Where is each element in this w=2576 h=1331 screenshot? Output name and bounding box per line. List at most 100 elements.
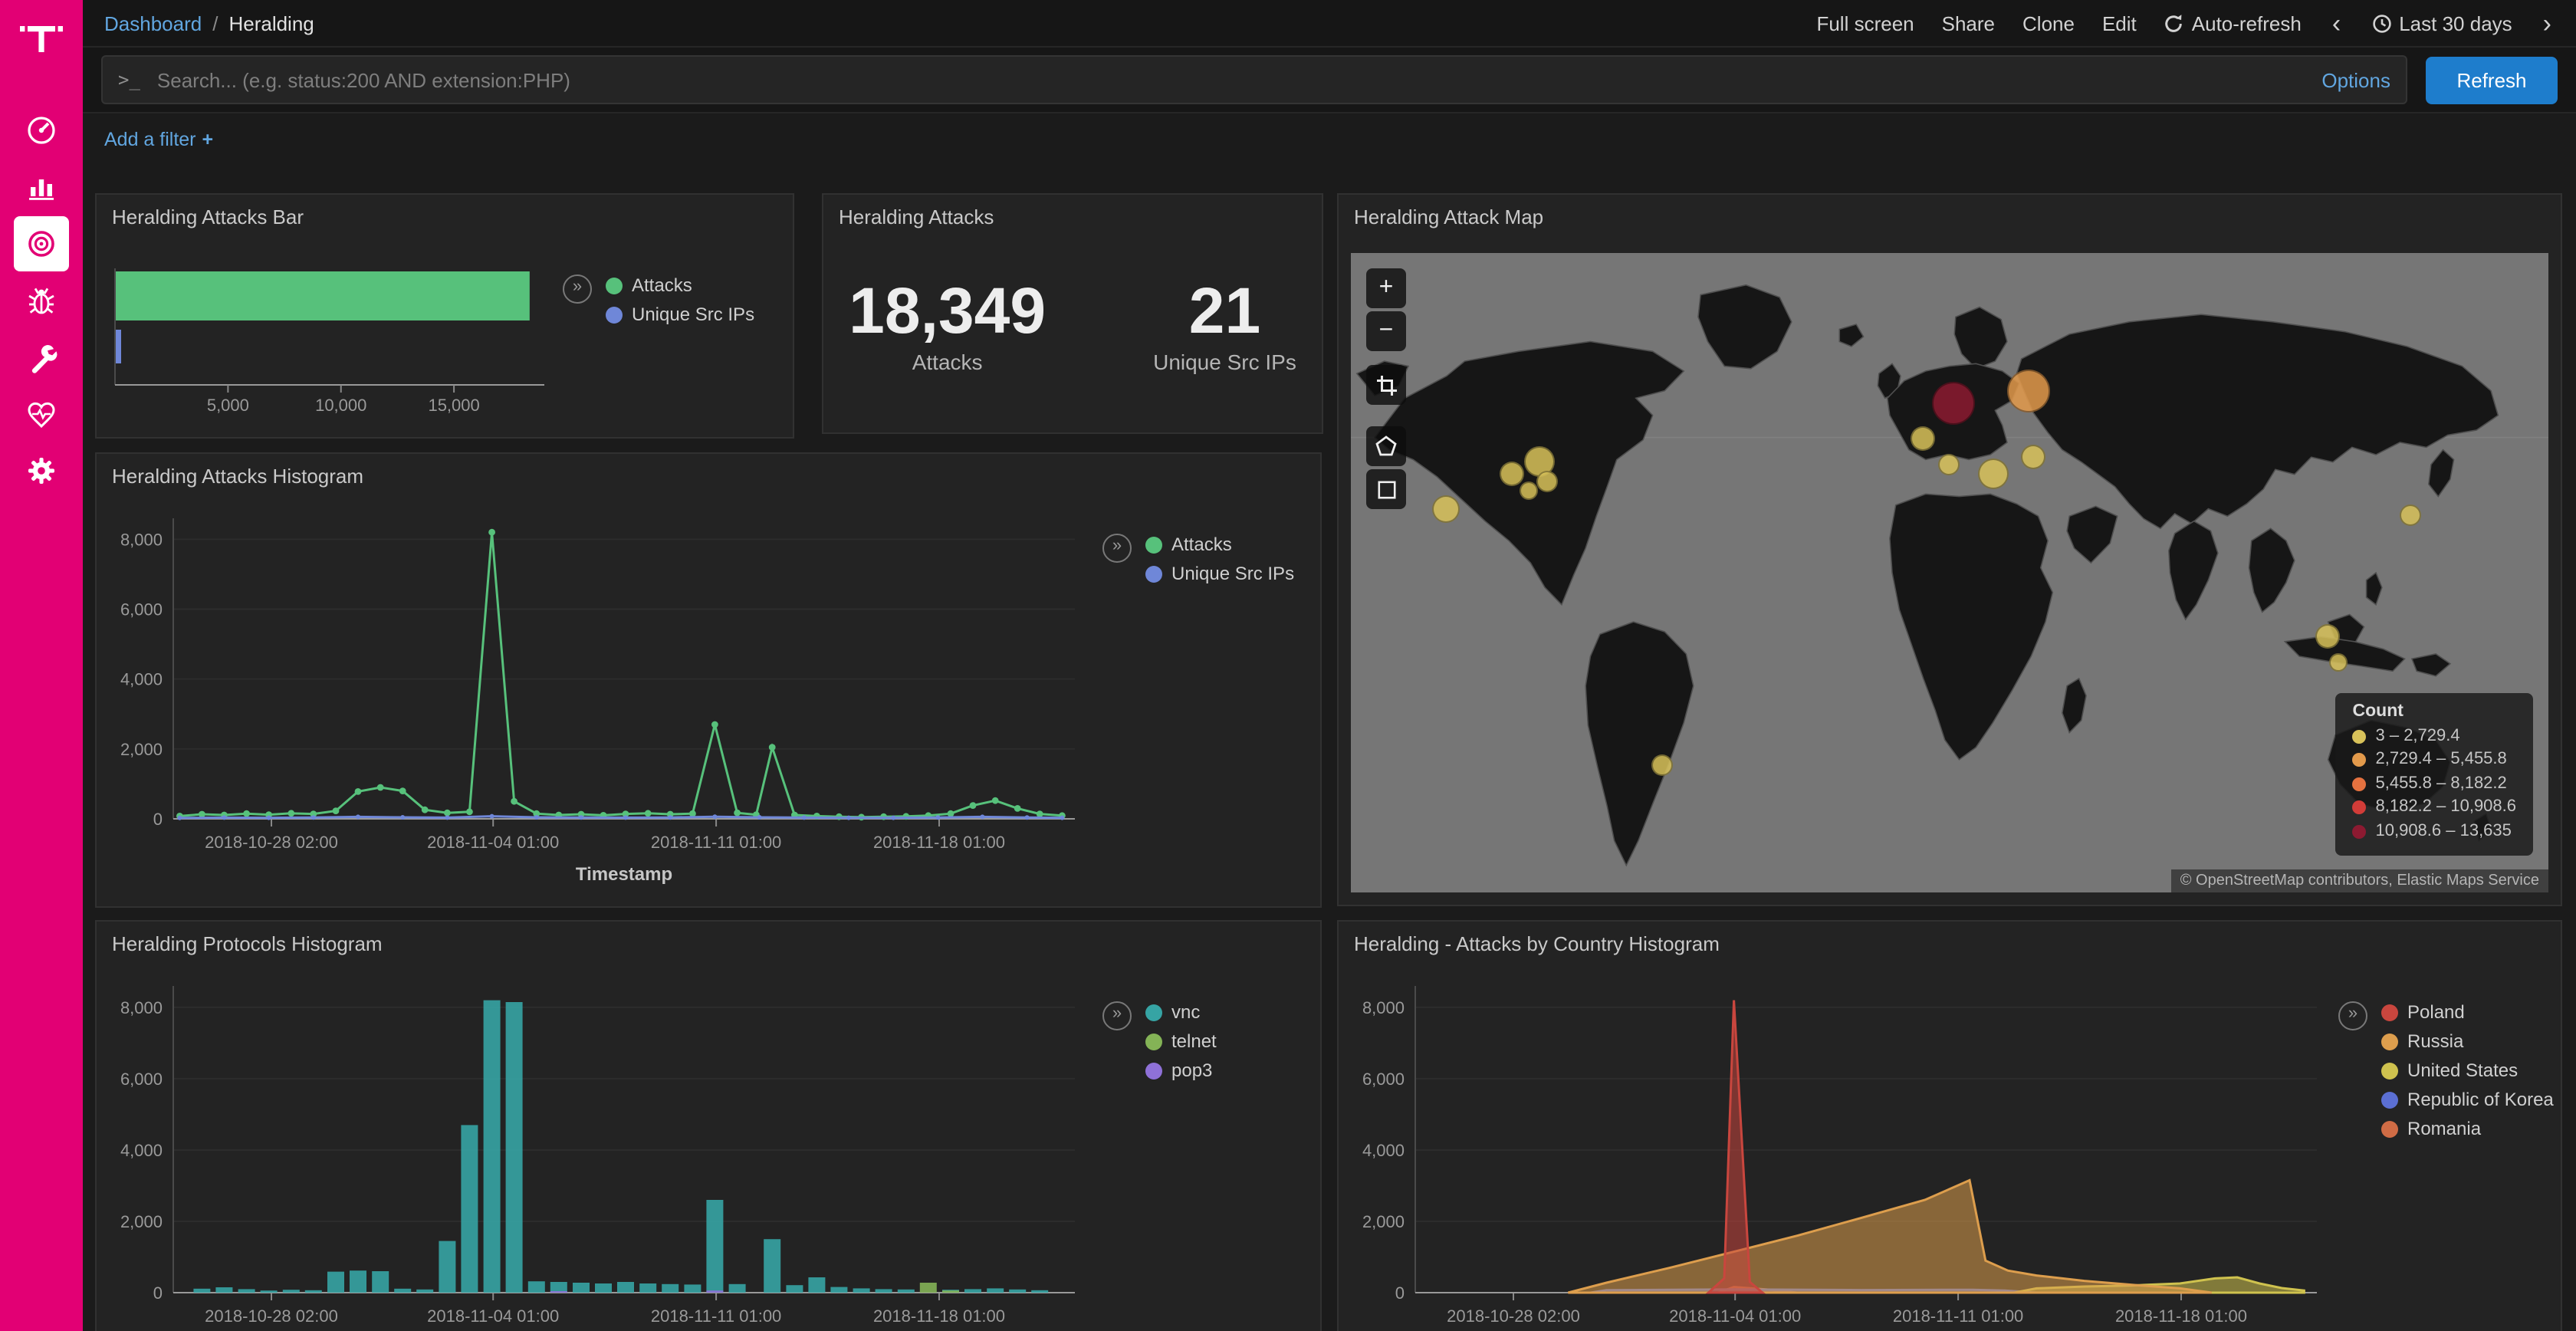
map-marker[interactable] — [2007, 369, 2050, 412]
time-back-chevron[interactable]: ‹ — [2329, 10, 2344, 36]
map-marker[interactable] — [1911, 426, 1936, 451]
legend-item[interactable]: telnet — [1145, 1030, 1217, 1052]
protocols-histogram-chart[interactable]: 02,0004,0006,0008,0002018-10-28 02:00201… — [103, 961, 1096, 1331]
map-marker[interactable] — [1433, 495, 1460, 523]
legend-item[interactable]: Attacks — [1145, 534, 1294, 555]
sidebar-item-bug[interactable] — [14, 273, 69, 328]
map-marker[interactable] — [1651, 754, 1673, 775]
svg-text:2018-10-28 02:00: 2018-10-28 02:00 — [1447, 1306, 1580, 1326]
map-marker[interactable] — [2328, 653, 2347, 672]
draw-polygon-button[interactable] — [1366, 426, 1406, 466]
legend-toggle-icon[interactable]: » — [563, 274, 592, 304]
legend-label: Attacks — [632, 274, 692, 296]
continent-landmass — [1357, 285, 2499, 866]
search-box[interactable]: >_ Options — [101, 55, 2407, 104]
map-marker[interactable] — [2021, 444, 2045, 468]
map-controls: + − — [1366, 268, 1406, 509]
sidebar-item-honeypot-active[interactable] — [14, 216, 69, 271]
gear-icon — [25, 454, 58, 488]
map-marker[interactable] — [1500, 462, 1525, 486]
map-marker[interactable] — [1937, 453, 1959, 475]
legend-color-dot — [1145, 565, 1162, 582]
legend-item[interactable]: Unique Src IPs — [606, 304, 754, 325]
legend-item[interactable]: pop3 — [1145, 1060, 1217, 1081]
search-input[interactable] — [154, 67, 2308, 93]
clock-icon — [2371, 13, 2391, 33]
auto-refresh-button[interactable]: Auto-refresh — [2164, 12, 2302, 35]
panel-attacks-bar: Heralding Attacks Bar 5,00010,00015,000 … — [95, 193, 794, 439]
map-legend-range: 2,729.4 – 5,455.8 — [2376, 748, 2507, 772]
share-button[interactable]: Share — [1942, 12, 1995, 35]
svg-text:2018-11-18 01:00: 2018-11-18 01:00 — [2115, 1306, 2247, 1326]
zoom-out-button[interactable]: − — [1366, 311, 1406, 351]
breadcrumb-dashboard-link[interactable]: Dashboard — [104, 12, 202, 35]
map-marker[interactable] — [1519, 481, 1537, 500]
legend-toggle-icon[interactable]: » — [1102, 534, 1132, 563]
metric-value: 18,349 — [849, 278, 1046, 345]
zoom-in-button[interactable]: + — [1366, 268, 1406, 308]
gauge-icon — [25, 113, 58, 147]
svg-text:Timestamp: Timestamp — [576, 864, 672, 885]
chart-legend: » Attacks Unique Src IPs — [1102, 534, 1294, 584]
svg-text:2018-11-04 01:00: 2018-11-04 01:00 — [427, 1306, 559, 1326]
refresh-button[interactable]: Refresh — [2426, 56, 2558, 104]
svg-text:2018-11-11 01:00: 2018-11-11 01:00 — [1893, 1306, 2023, 1326]
app-viewport: Dashboard/Heralding Full screen Share Cl… — [0, 0, 2576, 1331]
sidebar-item-gauge[interactable] — [14, 103, 69, 158]
attacks-histogram-chart[interactable]: 02,0004,0006,0008,0002018-10-28 02:00201… — [103, 494, 1096, 905]
query-options-link[interactable]: Options — [2321, 68, 2390, 91]
panel-title: Heralding Attacks — [823, 195, 1322, 228]
sidebar-item-settings[interactable] — [14, 443, 69, 498]
clone-button[interactable]: Clone — [2022, 12, 2075, 35]
legend-item[interactable]: Poland — [2381, 1001, 2554, 1023]
map-marker[interactable] — [1536, 471, 1558, 492]
legend-item[interactable]: United States — [2381, 1060, 2554, 1081]
telekom-logo[interactable] — [18, 15, 64, 69]
map-marker[interactable] — [2316, 624, 2341, 649]
map-legend-title: Count — [2353, 702, 2517, 720]
edit-button[interactable]: Edit — [2102, 12, 2137, 35]
polygon-icon — [1375, 435, 1397, 457]
svg-text:8,000: 8,000 — [120, 998, 163, 1017]
legend-item[interactable]: Russia — [2381, 1030, 2554, 1052]
panel-attacks-metric: Heralding Attacks 18,349 Attacks 21 Uniq… — [822, 193, 1323, 434]
map-marker[interactable] — [1932, 382, 1975, 425]
rectangle-icon — [1376, 479, 1396, 499]
legend-toggle-icon[interactable]: » — [2338, 1001, 2367, 1030]
time-range-label: Last 30 days — [2399, 12, 2512, 35]
map-legend-dot — [2353, 777, 2367, 791]
fullscreen-button[interactable]: Full screen — [1816, 12, 1914, 35]
svg-text:0: 0 — [1395, 1283, 1405, 1303]
sidebar-item-health[interactable] — [14, 386, 69, 442]
attacks-bar-chart[interactable]: 5,00010,00015,000 — [109, 256, 557, 428]
sidebar-item-charts[interactable] — [14, 159, 69, 215]
legend-item[interactable]: Attacks — [606, 274, 754, 296]
svg-text:8,000: 8,000 — [120, 530, 163, 549]
legend-item[interactable]: Unique Src IPs — [1145, 563, 1294, 584]
country-histogram-chart[interactable]: 02,0004,0006,0008,0002018-10-28 02:00201… — [1345, 961, 2338, 1331]
refresh-arrow-icon — [2164, 13, 2184, 33]
add-filter-link[interactable]: Add a filter+ — [104, 129, 213, 150]
map-marker[interactable] — [1979, 458, 2009, 489]
time-range-picker[interactable]: Last 30 days — [2371, 12, 2512, 35]
svg-text:0: 0 — [153, 810, 163, 829]
panel-title: Heralding - Attacks by Country Histogram — [1339, 922, 2561, 955]
legend-color-dot — [2381, 1091, 2398, 1108]
map-legend-row: 3 – 2,729.4 — [2353, 725, 2517, 748]
svg-text:10,000: 10,000 — [315, 396, 366, 415]
plus-icon: + — [202, 129, 214, 150]
sidebar — [0, 0, 83, 1331]
legend-item[interactable]: Republic of Korea — [2381, 1089, 2554, 1110]
sidebar-item-tools[interactable] — [14, 330, 69, 385]
legend-toggle-icon[interactable]: » — [1102, 1001, 1132, 1030]
time-forward-chevron[interactable]: › — [2540, 10, 2555, 36]
map-marker[interactable] — [2400, 504, 2421, 526]
svg-text:2018-11-18 01:00: 2018-11-18 01:00 — [873, 1306, 1005, 1326]
legend-item[interactable]: vnc — [1145, 1001, 1217, 1023]
svg-text:2018-10-28 02:00: 2018-10-28 02:00 — [205, 833, 338, 852]
draw-rectangle-button[interactable] — [1366, 469, 1406, 509]
fit-bounds-button[interactable] — [1366, 365, 1406, 405]
legend-item[interactable]: Romania — [2381, 1118, 2554, 1139]
attack-map[interactable]: + − — [1351, 253, 2548, 892]
svg-text:6,000: 6,000 — [120, 1070, 163, 1089]
